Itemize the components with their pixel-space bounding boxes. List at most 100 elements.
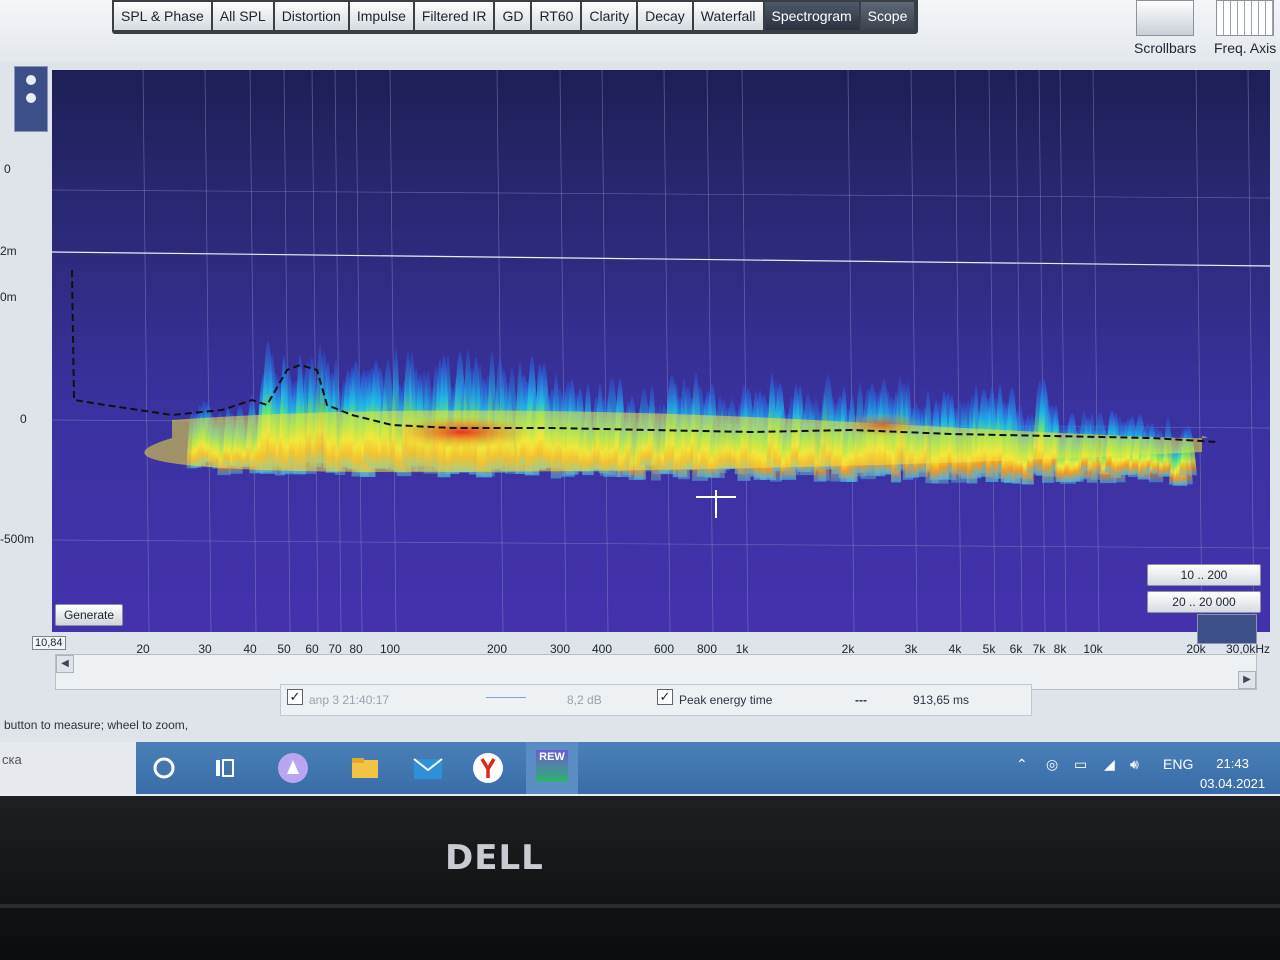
y-zoom-in-icon[interactable] — [26, 75, 36, 85]
measurement-db: 8,2 dB — [567, 693, 602, 707]
grid-line-vertical — [559, 70, 567, 632]
spectrogram-svg — [52, 70, 1270, 632]
graph-tabs: SPL & Phase All SPL Distortion Impulse F… — [112, 0, 919, 34]
grid-line-vertical — [847, 70, 855, 632]
freq-axis-label: Freq. Axis — [1214, 40, 1277, 56]
grid-line-vertical — [204, 70, 212, 632]
tab-clarity[interactable]: Clarity — [582, 2, 637, 30]
grid-line-vertical — [741, 70, 749, 632]
laptop-bezel: DELL — [0, 796, 1280, 960]
tab-decay[interactable]: Decay — [638, 2, 692, 30]
y-axis-label: 2m — [0, 244, 17, 258]
scrollbars-icon — [1136, 0, 1195, 36]
grid-line-vertical — [663, 70, 671, 632]
dell-logo: DELL — [445, 838, 544, 878]
reference-line — [52, 251, 1270, 267]
freq-axis-icon — [1216, 0, 1275, 36]
scroll-left-icon[interactable]: ◀ — [56, 655, 74, 673]
peak-energy-style: --- — [855, 693, 867, 707]
alice-assistant-icon[interactable] — [275, 750, 311, 786]
cortana-circle-icon[interactable] — [146, 750, 182, 786]
measurement-checkbox[interactable]: ✓ — [287, 689, 303, 705]
grid-line-vertical — [910, 70, 918, 632]
clock-date: 03.04.2021 — [1200, 776, 1266, 791]
tab-waterfall[interactable]: Waterfall — [693, 2, 763, 30]
range-low-button[interactable]: 10 .. 200 — [1147, 564, 1261, 586]
grid-line-horizontal — [52, 539, 1270, 549]
tab-gd[interactable]: GD — [495, 2, 531, 30]
peak-energy-checkbox[interactable]: ✓ — [657, 689, 673, 705]
grid-lines — [52, 70, 1270, 632]
yandex-browser-icon[interactable] — [470, 750, 506, 786]
scroll-right-icon[interactable]: ▶ — [1238, 671, 1256, 689]
tab-spectrogram[interactable]: Spectrogram — [764, 2, 859, 30]
tab-distortion[interactable]: Distortion — [274, 2, 348, 30]
tray-sync-icon[interactable]: ◎ — [1046, 756, 1058, 773]
grid-line-vertical — [706, 70, 714, 632]
measurement-line-swatch — [486, 697, 526, 698]
y-axis-label: -500m — [0, 532, 35, 546]
measurement-name: anp 3 21:40:17 — [309, 693, 390, 707]
hot-spot — [842, 413, 922, 437]
spectrogram-plot[interactable]: Generate — [52, 70, 1270, 632]
peak-energy-value: 913,65 ms — [913, 693, 970, 707]
hot-spot — [392, 416, 532, 448]
y-axis-label: 0 — [4, 162, 11, 176]
graph-area: 0 2m 0m 0 -500m Generate 10 .. 200 20 ..… — [0, 62, 1280, 742]
y-axis-label: 0m — [0, 290, 17, 304]
peak-energy-label: Peak energy time — [679, 693, 773, 707]
range-full-button[interactable]: 20 .. 20 000 — [1147, 591, 1261, 613]
task-view-icon[interactable] — [206, 750, 242, 786]
y-axis-label: 0 — [20, 412, 27, 426]
y-zoom-out-icon[interactable] — [26, 93, 36, 103]
grid-line-vertical — [389, 70, 397, 632]
monitor-screen: SPL & Phase All SPL Distortion Impulse F… — [0, 0, 1280, 800]
toolbar: SPL & Phase All SPL Distortion Impulse F… — [0, 0, 1280, 62]
x-axis-start: 10,84 — [32, 636, 66, 650]
grid-line-vertical — [1092, 70, 1100, 632]
taskbar-search[interactable]: ска — [0, 742, 136, 794]
scrollbars-label: Scrollbars — [1134, 40, 1197, 56]
tray-volume-icon[interactable]: 🔊︎ — [1130, 756, 1139, 773]
windows-taskbar: ска REW ⌃ ◎ ▭ ◢ 🔊︎ ENG 21:43 03.04.2021 — [0, 742, 1280, 794]
tab-spl-phase[interactable]: SPL & Phase — [114, 2, 211, 30]
tray-language[interactable]: ENG — [1163, 756, 1193, 772]
scrollbars-button[interactable]: Scrollbars — [1134, 0, 1196, 56]
grid-line-vertical — [283, 70, 291, 632]
grid-line-vertical — [601, 70, 609, 632]
tab-filtered-ir[interactable]: Filtered IR — [414, 2, 494, 30]
rew-app-icon: REW — [536, 750, 568, 782]
grid-line-vertical — [142, 70, 150, 632]
grid-line-vertical — [1038, 70, 1046, 632]
crosshair-cursor — [696, 490, 736, 518]
rew-taskbar-button[interactable]: REW — [526, 742, 578, 794]
grid-line-vertical — [334, 70, 342, 632]
grid-line-horizontal — [52, 189, 1270, 199]
x-zoom-controls[interactable] — [1197, 614, 1257, 644]
grid-line-vertical — [496, 70, 504, 632]
tab-all-spl[interactable]: All SPL — [212, 2, 273, 30]
legend-bar: ✓ anp 3 21:40:17 8,2 dB ✓ Peak energy ti… — [280, 684, 1032, 716]
grid-line-vertical — [1059, 70, 1067, 632]
clock-time: 21:43 — [1216, 756, 1249, 771]
tray-battery-icon[interactable]: ▭ — [1074, 756, 1087, 773]
tray-network-icon[interactable]: ◢ — [1104, 756, 1115, 773]
generate-button[interactable]: Generate — [55, 604, 123, 626]
tab-rt60[interactable]: RT60 — [532, 2, 581, 30]
spectrogram-energy — [144, 341, 1208, 486]
mail-icon[interactable] — [410, 750, 446, 786]
grid-line-vertical — [1015, 70, 1023, 632]
graph-side-controls[interactable] — [14, 66, 48, 132]
grid-line-vertical — [954, 70, 962, 632]
status-bar-text: button to measure; wheel to zoom, — [4, 718, 189, 732]
tray-chevron-icon[interactable]: ⌃ — [1016, 756, 1028, 773]
bezel-hinge — [0, 904, 1280, 908]
file-explorer-icon[interactable] — [347, 750, 383, 786]
tray-clock[interactable]: 21:43 03.04.2021 — [1200, 754, 1265, 794]
grid-line-vertical — [355, 70, 363, 632]
tab-impulse[interactable]: Impulse — [349, 2, 413, 30]
grid-line-vertical — [249, 70, 257, 632]
tab-scope[interactable]: Scope — [860, 2, 915, 30]
grid-line-vertical — [311, 70, 319, 632]
freq-axis-button[interactable]: Freq. Axis — [1214, 0, 1276, 56]
